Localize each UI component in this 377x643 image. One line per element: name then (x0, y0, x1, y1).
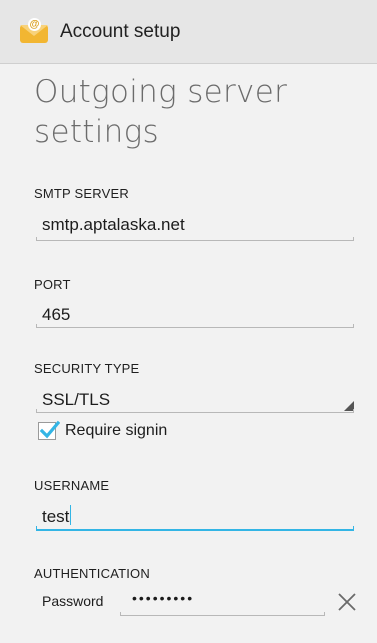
authentication-label: AUTHENTICATION (34, 566, 150, 581)
check-icon (39, 420, 60, 439)
port-underline (36, 324, 354, 328)
password-input[interactable]: ••••••••• (132, 590, 194, 606)
page-title: Outgoing server settings (34, 74, 288, 150)
security-type-underline (36, 409, 354, 413)
security-type-label: SECURITY TYPE (34, 361, 140, 376)
security-type-spinner[interactable]: SSL/TLS (36, 386, 354, 412)
close-icon (338, 593, 356, 611)
port-label: PORT (34, 277, 71, 292)
require-signin-label: Require signin (65, 422, 168, 439)
port-input[interactable]: 465 (42, 305, 70, 325)
text-cursor (70, 505, 72, 525)
username-underline (36, 526, 354, 531)
clear-password-button[interactable] (335, 590, 359, 614)
password-method-label: Password (42, 593, 104, 609)
require-signin-row[interactable]: Require signin (38, 420, 168, 440)
action-bar: @ Account setup (0, 0, 377, 64)
password-underline (120, 612, 325, 616)
smtp-server-label: SMTP SERVER (34, 186, 129, 201)
username-input[interactable]: test (42, 505, 72, 527)
action-bar-title: Account setup (60, 20, 181, 42)
security-type-value: SSL/TLS (42, 390, 111, 409)
username-value: test (42, 507, 70, 526)
smtp-server-input[interactable]: smtp.aptalaska.net (42, 215, 185, 235)
smtp-server-underline (36, 237, 354, 241)
email-app-icon[interactable]: @ (20, 17, 48, 43)
require-signin-checkbox[interactable] (38, 420, 60, 440)
username-label: USERNAME (34, 478, 110, 493)
